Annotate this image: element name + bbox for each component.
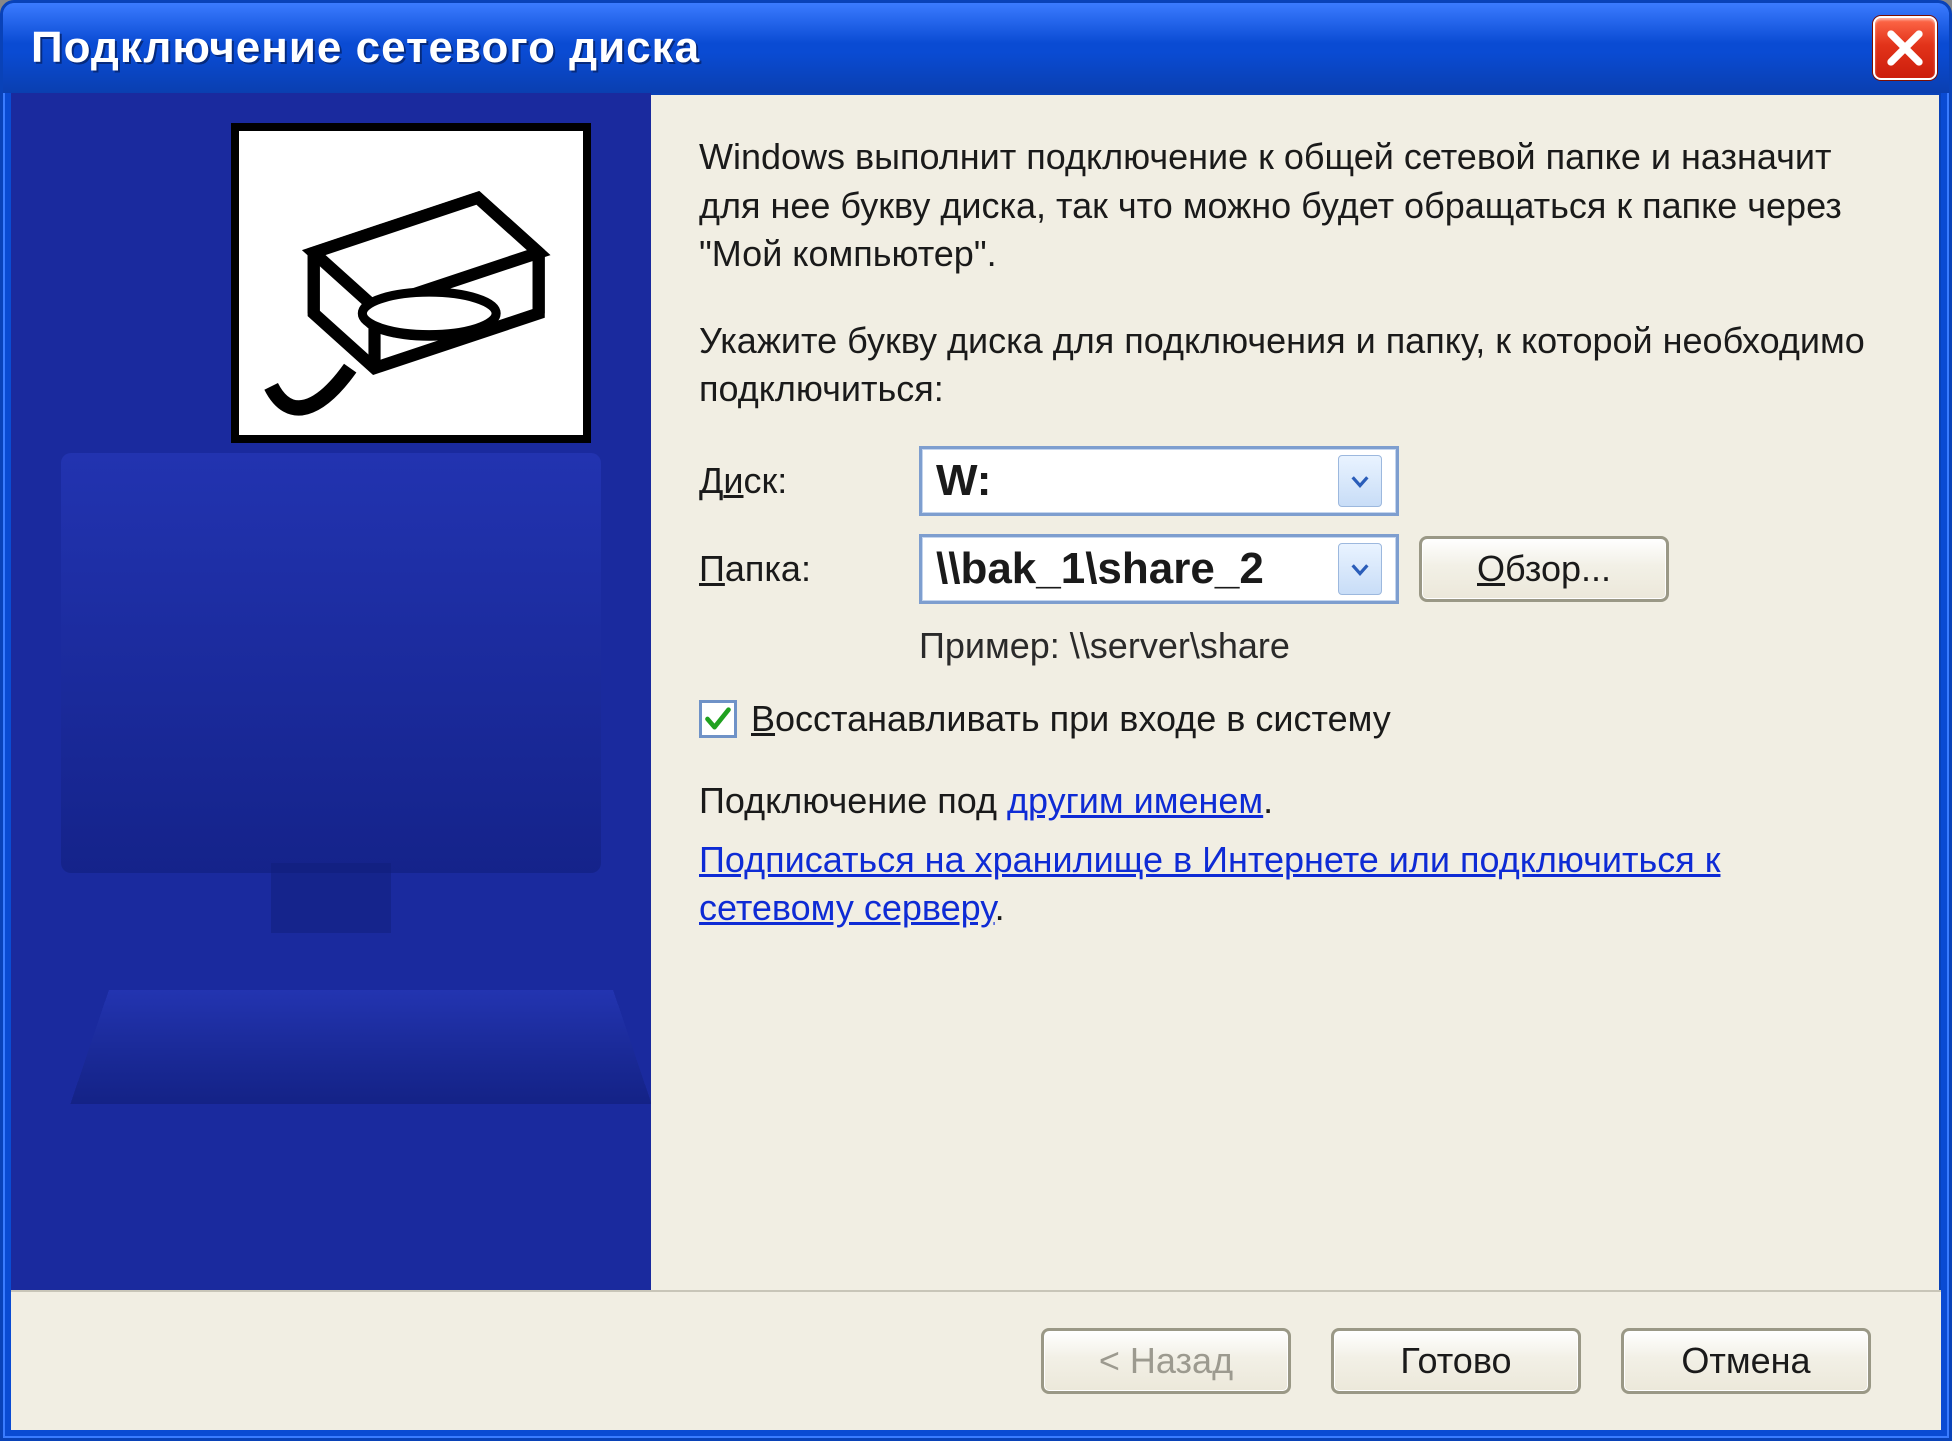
close-button[interactable] xyxy=(1873,16,1937,80)
back-button: < Назад xyxy=(1041,1328,1291,1394)
drive-row: Диск: W: xyxy=(699,446,1885,516)
reconnect-checkbox[interactable] xyxy=(699,700,737,738)
map-network-drive-dialog: Подключение сетевого диска xyxy=(0,0,1952,1441)
online-storage-link[interactable]: Подписаться на хранилище в Интернете или… xyxy=(699,839,1720,929)
cancel-button[interactable]: Отмена xyxy=(1621,1328,1871,1394)
reconnect-row: Восстанавливать при входе в систему xyxy=(699,695,1885,744)
content-pane: Windows выполнит подключение к общей сет… xyxy=(651,93,1941,1290)
description-text: Windows выполнит подключение к общей сет… xyxy=(699,133,1885,279)
drive-label: Диск: xyxy=(699,457,899,506)
example-text: Пример: \\server\share xyxy=(919,622,1885,671)
browse-button[interactable]: Обзор... xyxy=(1419,536,1669,602)
checkmark-icon xyxy=(704,705,732,733)
drive-dropdown-button[interactable] xyxy=(1338,455,1382,507)
chevron-down-icon xyxy=(1349,470,1371,492)
footer-buttons: < Назад Готово Отмена xyxy=(11,1290,1941,1430)
client-area: Windows выполнит подключение к общей сет… xyxy=(11,93,1941,1430)
chevron-down-icon xyxy=(1349,558,1371,580)
prompt-text: Укажите букву диска для подключения и па… xyxy=(699,317,1885,414)
different-user-link[interactable]: другим именем xyxy=(1007,780,1263,821)
folder-value: \\bak_1\share_2 xyxy=(936,539,1330,598)
drive-value: W: xyxy=(936,451,1330,510)
close-icon xyxy=(1884,27,1926,69)
signup-line: Подписаться на хранилище в Интернете или… xyxy=(699,836,1885,933)
wizard-side-graphic xyxy=(11,93,651,1290)
folder-combobox[interactable]: \\bak_1\share_2 xyxy=(919,534,1399,604)
titlebar[interactable]: Подключение сетевого диска xyxy=(3,3,1949,93)
window-title: Подключение сетевого диска xyxy=(31,23,1873,73)
drive-combobox[interactable]: W: xyxy=(919,446,1399,516)
network-drive-icon xyxy=(231,123,591,443)
folder-label: Папка: xyxy=(699,545,899,594)
reconnect-label: Восстанавливать при входе в систему xyxy=(751,695,1391,744)
folder-row: Папка: \\bak_1\share_2 Обзор... xyxy=(699,534,1885,604)
folder-dropdown-button[interactable] xyxy=(1338,543,1382,595)
finish-button[interactable]: Готово xyxy=(1331,1328,1581,1394)
alt-user-line: Подключение под другим именем. xyxy=(699,777,1885,826)
